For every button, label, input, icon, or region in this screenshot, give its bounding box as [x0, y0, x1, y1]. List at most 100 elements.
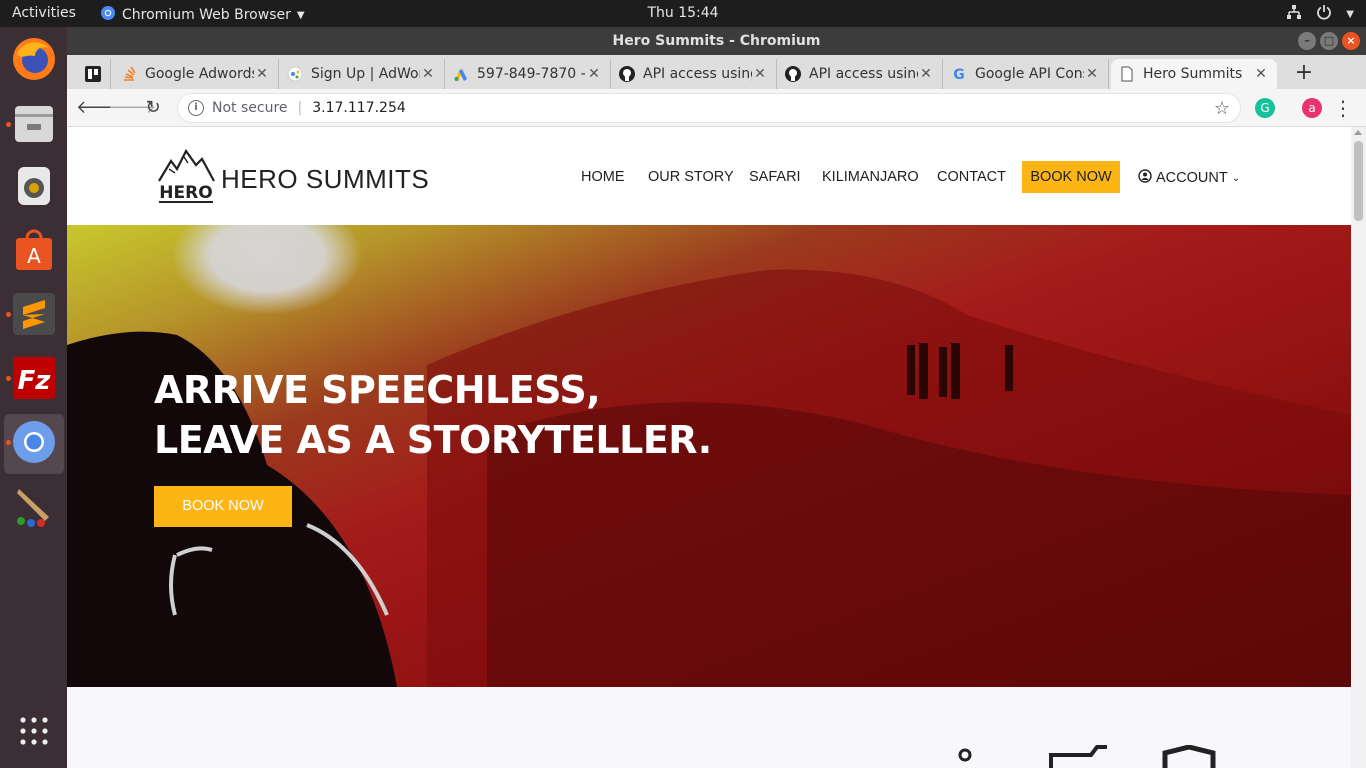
reload-button[interactable]: ↻ [140, 95, 166, 121]
chromium-icon [100, 5, 116, 25]
dock-sublime[interactable] [4, 286, 64, 346]
tab-google-api-console[interactable]: G Google API Console ✕ [943, 59, 1109, 89]
tab-google-adwords[interactable]: Google Adwords ✕ [113, 59, 279, 89]
github-icon [785, 66, 801, 82]
dock-paint[interactable] [4, 478, 64, 538]
svg-text:G: G [953, 67, 965, 82]
back-button[interactable]: 🡐 [76, 95, 124, 121]
chevron-down-icon: ▼ [1346, 8, 1354, 20]
gnome-top-bar: Activities Chromium Web Browser ▼ Thu 15… [0, 0, 1366, 27]
chevron-down-icon: ▼ [296, 9, 305, 21]
page-scrollbar[interactable] [1351, 127, 1366, 768]
maximize-button[interactable]: □ [1320, 32, 1338, 50]
close-icon[interactable]: ✕ [752, 66, 768, 82]
hero-book-now-button[interactable]: BOOK NOW [154, 486, 292, 527]
app-grid-icon [18, 715, 50, 751]
paintbrush-icon [11, 483, 57, 533]
nav-safari[interactable]: SAFARI [749, 169, 801, 185]
dock-show-apps[interactable] [4, 703, 64, 763]
address-bar[interactable]: i Not secure | 3.17.117.254 ☆ [177, 93, 1241, 123]
window-title: Hero Summits - Chromium [612, 33, 821, 49]
trello-icon [85, 66, 101, 82]
tab-google-ads[interactable]: 597-849-7870 - Google Ads ✕ [445, 59, 611, 89]
tab-strip: Google Adwords ✕ Sign Up | AdWords ✕ 597… [67, 55, 1366, 89]
bookmark-star-icon[interactable]: ☆ [1214, 98, 1230, 119]
close-icon[interactable]: ✕ [586, 66, 602, 82]
dock-firefox[interactable] [4, 31, 64, 91]
svg-text:Fz: Fz [18, 366, 52, 396]
tab-trello[interactable] [77, 59, 111, 89]
ubuntu-dock: A Fz [0, 27, 67, 768]
site-header: HERO HERO SUMMITS HOME OUR STORY SAFARI … [67, 127, 1351, 225]
dock-filezilla[interactable]: Fz [4, 350, 64, 410]
dock-rhythmbox[interactable] [4, 158, 64, 218]
power-icon [1316, 4, 1332, 24]
tab-sign-up-adwords[interactable]: Sign Up | AdWords ✕ [279, 59, 445, 89]
window-titlebar[interactable]: Hero Summits - Chromium – □ × [67, 27, 1366, 55]
sublime-text-icon [11, 291, 57, 341]
hero-headline: ARRIVE SPEECHLESS, LEAVE AS A STORYTELLE… [154, 365, 712, 465]
divider: | [297, 100, 303, 116]
dock-chromium[interactable] [4, 414, 64, 474]
tab-hero-summits[interactable]: Hero Summits ✕ [1111, 59, 1277, 89]
close-icon[interactable]: ✕ [420, 66, 436, 82]
hero-headline-line-2: LEAVE AS A STORYTELLER. [154, 418, 712, 462]
clock[interactable]: Thu 15:44 [647, 5, 718, 21]
nav-home[interactable]: HOME [581, 169, 625, 185]
app-menu-label: Chromium Web Browser [122, 7, 291, 23]
jeep-icon [1049, 745, 1107, 768]
google-icon: G [951, 66, 967, 82]
software-center-icon: A [12, 228, 56, 276]
chevron-down-icon: ⌄ [1231, 172, 1241, 184]
nav-kilimanjaro[interactable]: KILIMANJARO [822, 169, 919, 185]
filezilla-icon: Fz [11, 355, 57, 405]
nav-contact[interactable]: CONTACT [937, 169, 1006, 185]
speaker-icon [12, 164, 56, 212]
google-ads-icon [453, 66, 469, 82]
github-icon [619, 66, 635, 82]
nav-book-now-button[interactable]: BOOK NOW [1022, 161, 1120, 193]
close-window-button[interactable]: × [1342, 32, 1360, 50]
account-menu[interactable]: ACCOUNT ⌄ [1138, 169, 1240, 187]
hiker-icon [958, 748, 972, 762]
svg-text:A: A [27, 244, 41, 268]
hero-banner: ARRIVE SPEECHLESS, LEAVE AS A STORYTELLE… [67, 225, 1351, 687]
browser-window: Hero Summits - Chromium – □ × Google Adw… [67, 27, 1366, 768]
info-icon[interactable]: i [188, 100, 204, 116]
stackoverflow-icon [121, 66, 137, 82]
menu-kebab-icon[interactable]: ⋮ [1330, 95, 1356, 121]
grammarly-icon[interactable]: G [1255, 98, 1275, 118]
tab-github-oauth-2[interactable]: API access using OAuth ✕ [777, 59, 943, 89]
shield-icon [1162, 745, 1216, 768]
page-viewport: HERO HERO SUMMITS HOME OUR STORY SAFARI … [67, 127, 1351, 768]
close-icon[interactable]: ✕ [918, 66, 934, 82]
close-icon[interactable]: ✕ [254, 66, 270, 82]
minimize-button[interactable]: – [1298, 32, 1316, 50]
dock-software[interactable]: A [4, 222, 64, 282]
app-menu[interactable]: Chromium Web Browser ▼ [100, 5, 305, 25]
scrollbar-thumb[interactable] [1354, 141, 1363, 221]
close-icon[interactable]: ✕ [1084, 66, 1100, 82]
forward-button[interactable]: 🡒 [108, 95, 156, 121]
system-tray[interactable]: ▼ [1286, 4, 1354, 24]
chromium-icon [11, 419, 57, 469]
tab-github-oauth-1[interactable]: API access using OAuth ✕ [611, 59, 777, 89]
profile-avatar[interactable]: a [1302, 98, 1322, 118]
activities-button[interactable]: Activities [12, 5, 76, 21]
page-icon [1119, 66, 1135, 82]
new-tab-button[interactable]: + [1289, 59, 1319, 89]
main-nav: HOME OUR STORY SAFARI KILIMANJARO CONTAC… [67, 161, 1351, 195]
nav-our-story[interactable]: OUR STORY [648, 169, 734, 185]
account-label: ACCOUNT [1156, 170, 1228, 186]
hero-headline-line-1: ARRIVE SPEECHLESS, [154, 368, 601, 412]
firefox-icon [11, 36, 57, 86]
network-icon [1286, 4, 1302, 24]
user-circle-icon [1138, 169, 1152, 187]
dock-files[interactable] [4, 96, 64, 156]
close-icon[interactable]: ✕ [1253, 66, 1269, 82]
url-text: 3.17.117.254 [312, 100, 406, 116]
security-label: Not secure [212, 100, 288, 116]
files-icon [12, 102, 56, 150]
adwords-icon [287, 66, 303, 82]
browser-toolbar: 🡐 🡒 ↻ i Not secure | 3.17.117.254 ☆ G a … [67, 89, 1366, 127]
